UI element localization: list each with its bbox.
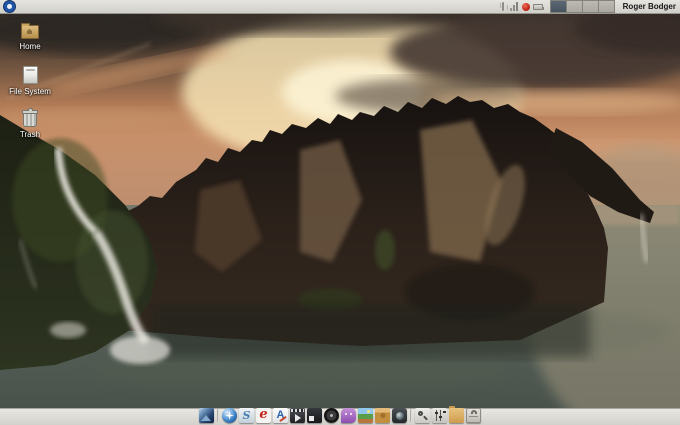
distro-logo-menu-button[interactable] bbox=[4, 1, 15, 12]
settings-manager-icon[interactable] bbox=[432, 408, 447, 423]
file-manager-icon[interactable] bbox=[449, 406, 464, 423]
network-signal-icon[interactable] bbox=[509, 2, 519, 11]
trash-icon bbox=[22, 108, 38, 127]
desktop-icon-label: Trash bbox=[19, 130, 41, 139]
image-viewer-icon[interactable] bbox=[358, 408, 373, 423]
browser-e-icon[interactable] bbox=[256, 408, 271, 423]
file-search-icon[interactable] bbox=[415, 408, 430, 423]
top-panel: Roger Bodger bbox=[0, 0, 680, 14]
terminal-icon[interactable] bbox=[307, 408, 322, 423]
chat-messenger-icon[interactable] bbox=[341, 408, 356, 423]
workspace-2[interactable] bbox=[566, 1, 583, 12]
desktop-icon-trash[interactable]: Trash bbox=[1, 108, 59, 139]
package-manager-icon[interactable] bbox=[375, 408, 390, 423]
word-processor-icon[interactable] bbox=[273, 408, 288, 423]
desktop-icon-home[interactable]: Home bbox=[1, 23, 59, 51]
filesystem-drive-icon bbox=[22, 66, 38, 84]
camera-icon[interactable] bbox=[392, 408, 407, 423]
update-notifier-icon[interactable] bbox=[521, 2, 530, 11]
dock-row bbox=[199, 406, 481, 423]
wallpaper-image bbox=[0, 0, 680, 425]
panel-right-cluster: Roger Bodger bbox=[498, 0, 680, 13]
workspace-1[interactable] bbox=[550, 1, 567, 12]
workspace-4[interactable] bbox=[598, 1, 614, 12]
home-folder-icon bbox=[21, 23, 39, 39]
battery-icon[interactable] bbox=[532, 4, 544, 10]
mail-client-icon[interactable] bbox=[239, 408, 254, 423]
picture-viewer-icon[interactable] bbox=[199, 408, 214, 423]
music-player-icon[interactable] bbox=[324, 408, 339, 423]
bluetooth-icon[interactable] bbox=[498, 2, 507, 11]
archive-manager-icon[interactable] bbox=[466, 408, 481, 423]
workspace-switcher[interactable] bbox=[549, 0, 615, 13]
wallpaper-art bbox=[0, 0, 680, 425]
video-player-icon[interactable] bbox=[290, 408, 305, 423]
desktop-screen: Home File System Trash Roger Bodger bbox=[0, 0, 680, 425]
desktop-icon-label: File System bbox=[9, 87, 51, 96]
web-browser-icon[interactable] bbox=[222, 408, 237, 423]
dock-separator bbox=[217, 409, 219, 422]
username-label: Roger Bodger bbox=[622, 2, 676, 11]
dock-separator bbox=[410, 409, 412, 422]
desktop-icon-label: Home bbox=[19, 42, 41, 51]
system-tray bbox=[498, 2, 544, 11]
workspace-3[interactable] bbox=[582, 1, 599, 12]
desktop-icon-file-system[interactable]: File System bbox=[1, 66, 59, 96]
